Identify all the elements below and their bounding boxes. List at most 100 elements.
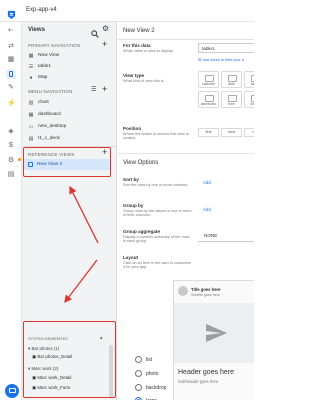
add-menu-view-button[interactable]: + bbox=[102, 84, 107, 94]
layout-option-label: backdrop bbox=[146, 385, 167, 391]
grid-icon: ▦ bbox=[28, 53, 34, 59]
layout-radio-list[interactable] bbox=[135, 356, 142, 363]
layout-help: Click on an item in the card to customiz… bbox=[123, 261, 192, 269]
nav-item-table1[interactable]: ☰ table1 bbox=[28, 62, 51, 72]
position-middle[interactable]: mi bbox=[244, 128, 254, 137]
annotation-box-reference-views bbox=[23, 147, 111, 177]
table-icon bbox=[251, 75, 254, 82]
card-header[interactable]: Header goes here bbox=[178, 369, 234, 376]
chat-icon[interactable] bbox=[5, 384, 19, 398]
nav-item-label: Map bbox=[38, 75, 48, 80]
table-icon[interactable]: ▦ bbox=[7, 56, 15, 64]
card-preview[interactable]: Title goes here Subtitle goes here Heade… bbox=[173, 280, 254, 400]
dashboard-icon bbox=[205, 95, 214, 102]
header-divider bbox=[118, 39, 254, 40]
view-type-option-label: deck bbox=[228, 82, 235, 86]
group-by-label: Group by bbox=[123, 203, 144, 208]
view-type-form[interactable]: form bbox=[221, 91, 242, 108]
bolt-icon[interactable]: ⚡ bbox=[7, 100, 16, 108]
card-title[interactable]: Title goes here bbox=[191, 287, 220, 292]
position-next[interactable]: next bbox=[221, 128, 242, 137]
desktop-icon: ▭ bbox=[28, 124, 34, 130]
app-title[interactable]: Exp-app-v4 bbox=[26, 7, 57, 14]
swap-icon[interactable]: ⇄ bbox=[7, 43, 15, 51]
card-avatar[interactable] bbox=[178, 286, 188, 296]
nav-item-label: t1_c_deck bbox=[38, 136, 60, 141]
phone-icon[interactable] bbox=[6, 69, 16, 79]
search-icon[interactable] bbox=[91, 25, 99, 38]
deck-icon: ▤ bbox=[28, 136, 34, 142]
views-title: Views bbox=[28, 27, 45, 33]
group-aggregate-select[interactable]: NONE bbox=[198, 230, 254, 242]
view-type-help: What kind of view this is. bbox=[123, 79, 165, 83]
layout-label: Layout bbox=[123, 255, 139, 260]
position-first[interactable]: first bbox=[198, 128, 219, 137]
calendar-icon bbox=[205, 75, 214, 82]
view-type-dashboard[interactable]: dashboard bbox=[198, 91, 219, 108]
nav-item-label: table1 bbox=[38, 64, 52, 69]
layout-radio-backdrop[interactable] bbox=[135, 384, 142, 391]
shield-icon[interactable]: ◈ bbox=[7, 128, 15, 136]
nav-item-t1-c-deck[interactable]: ▤ t1_c_deck bbox=[28, 134, 60, 144]
options-divider bbox=[118, 153, 254, 154]
slice-link-text: Use slices to filter your d bbox=[202, 58, 244, 62]
view-type-label: View type bbox=[123, 73, 145, 78]
form-icon bbox=[228, 95, 237, 102]
data-select[interactable]: table1 bbox=[198, 43, 254, 53]
settings-icon[interactable]: ⚙ bbox=[7, 157, 15, 165]
nav-item-label: chart bbox=[38, 100, 49, 105]
card-image[interactable] bbox=[174, 303, 254, 363]
for-data-label: For this data bbox=[123, 43, 151, 48]
send-icon bbox=[206, 324, 227, 342]
nav-item-label: new_desktop bbox=[38, 124, 67, 129]
back-arrow-icon[interactable]: ⇠ bbox=[7, 27, 15, 35]
group-add-button[interactable]: Add bbox=[203, 207, 211, 212]
nav-item-chart[interactable]: ▥ chart bbox=[28, 98, 49, 108]
card-subtitle[interactable]: Subtitle goes here bbox=[191, 293, 220, 297]
view-type-option-label: detail bbox=[250, 102, 254, 106]
slice-link[interactable]: ⚙ Use slices to filter your d bbox=[198, 57, 244, 62]
nav-item-dashboard[interactable]: ▦ dashboard bbox=[28, 110, 61, 120]
group-aggregate-value: NONE bbox=[204, 233, 218, 238]
view-editor: New View 2 For this data Which table or … bbox=[118, 22, 254, 400]
view-options-header: View Options bbox=[123, 160, 159, 166]
appsheet-logo-icon[interactable] bbox=[7, 6, 16, 19]
nav-item-new-view[interactable]: ▦ New View bbox=[28, 51, 60, 61]
group-aggregate-help: Display a numeric summary of the rows in… bbox=[123, 235, 190, 243]
add-primary-view-button[interactable]: + bbox=[102, 39, 107, 49]
view-type-detail[interactable]: detail bbox=[244, 91, 254, 108]
notification-dot bbox=[18, 158, 21, 161]
card-subheader[interactable]: Subheader goes here bbox=[178, 379, 218, 384]
nav-item-new-desktop[interactable]: ▭ new_desktop bbox=[28, 122, 67, 132]
primary-navigation-header: PRIMARY NAVIGATION bbox=[28, 43, 81, 48]
sort-by-help: Sort the rows by one or more columns. bbox=[123, 183, 189, 187]
list-icon: ☰ bbox=[28, 64, 34, 70]
data-select-value: table1 bbox=[202, 46, 215, 51]
view-type-table[interactable]: table bbox=[244, 71, 254, 88]
view-type-option-label: dashboard bbox=[200, 102, 217, 106]
gear-icon[interactable]: ⚙ bbox=[102, 24, 109, 33]
menu-settings-icon[interactable]: ☰ bbox=[91, 86, 96, 93]
view-name-title[interactable]: New View 2 bbox=[123, 28, 155, 34]
position-help: Where the button to access this view is … bbox=[123, 132, 189, 140]
layout-radio-photo[interactable] bbox=[135, 370, 142, 377]
view-type-option-label: table bbox=[250, 82, 254, 86]
view-type-deck[interactable]: deck bbox=[221, 71, 242, 88]
sort-by-label: Sort by bbox=[123, 177, 139, 182]
nav-item-label: dashboard bbox=[38, 112, 61, 117]
tools-icon[interactable]: ✎ bbox=[7, 84, 15, 92]
for-data-help: Which table or slice to display. bbox=[123, 49, 174, 53]
view-type-option-label: calendar bbox=[202, 82, 215, 86]
view-type-calendar[interactable]: calendar bbox=[198, 71, 219, 88]
group-by-help: Group rows by the values in one or more … bbox=[123, 209, 192, 217]
view-type-option-label: form bbox=[228, 102, 235, 106]
layout-option-label: list bbox=[146, 357, 153, 363]
nav-item-map[interactable]: ● Map bbox=[28, 73, 47, 83]
dashboard-icon: ▦ bbox=[28, 112, 34, 118]
sort-add-button[interactable]: Add bbox=[203, 180, 211, 185]
menu-navigation-header: MENU NAVIGATION bbox=[28, 89, 73, 94]
map-pin-icon: ● bbox=[29, 75, 33, 81]
document-icon[interactable]: ▤ bbox=[7, 171, 15, 179]
nav-item-label: New View bbox=[38, 53, 60, 58]
dollar-icon[interactable]: $ bbox=[7, 142, 15, 150]
